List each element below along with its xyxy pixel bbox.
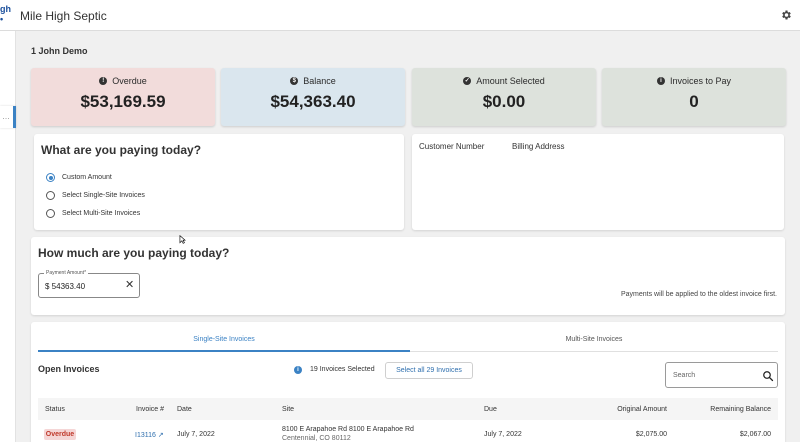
logo[interactable]: gh • <box>0 4 12 26</box>
col-status[interactable]: Status <box>45 406 65 413</box>
invoice-number[interactable]: I13116 <box>135 432 156 439</box>
payment-amount-label: Payment Amount* <box>44 270 89 276</box>
logo-text: gh <box>0 4 11 14</box>
dollar-icon: $ <box>290 77 299 85</box>
billing-address-label: Billing Address <box>512 142 565 151</box>
col-invoice[interactable]: Invoice # <box>136 406 164 413</box>
mouse-cursor-icon <box>179 235 186 244</box>
active-tab-indicator <box>38 350 410 352</box>
invoice-date: July 7, 2022 <box>177 431 215 438</box>
check-circle-icon: ✓ <box>463 77 472 85</box>
info-icon: i <box>656 77 665 85</box>
radio-single-site[interactable]: Select Single-Site Invoices <box>46 191 145 200</box>
customer-number-label: Customer Number <box>419 142 485 151</box>
payment-type-title: What are you paying today? <box>41 143 202 157</box>
clear-icon[interactable]: ✕ <box>125 280 134 291</box>
invoices-to-pay-label: Invoices to Pay <box>669 76 732 86</box>
col-site[interactable]: Site <box>282 406 294 413</box>
radio-selected-icon[interactable] <box>46 173 55 182</box>
balance-value: $54,363.40 <box>270 92 356 111</box>
payment-type-panel: What are you paying today? Custom Amount… <box>34 134 404 230</box>
gear-icon[interactable] <box>780 9 792 21</box>
alert-icon: ! <box>99 77 108 85</box>
account-name: 1 John Demo <box>31 46 88 56</box>
search-placeholder: Search <box>673 372 696 379</box>
payment-amount-field[interactable]: Payment Amount* $ 54363.40 ✕ <box>38 270 140 298</box>
invoices-to-pay-card: i Invoices to Pay 0 <box>602 68 786 126</box>
amount-selected-label: Amount Selected <box>476 76 545 86</box>
balance-label: Balance <box>303 76 336 86</box>
col-due[interactable]: Due <box>484 406 497 413</box>
select-all-button[interactable]: Select all 29 Invoices <box>385 362 473 379</box>
app-title: Mile High Septic <box>20 9 107 23</box>
radio-label: Custom Amount <box>62 174 112 181</box>
external-link-icon[interactable]: ↗ <box>158 432 164 439</box>
payment-amount-title: How much are you paying today? <box>38 246 230 260</box>
invoice-original-amount: $2,075.00 <box>635 431 667 438</box>
radio-label: Select Single-Site Invoices <box>62 192 145 199</box>
payment-note: Payments will be applied to the oldest i… <box>620 291 777 298</box>
info-icon: i <box>294 366 302 374</box>
radio-icon[interactable] <box>46 209 55 218</box>
search-icon[interactable] <box>762 370 774 382</box>
balance-card: $ Balance $54,363.40 <box>221 68 405 126</box>
open-invoices-title: Open Invoices <box>38 364 100 374</box>
overdue-card: ! Overdue $53,169.59 <box>31 68 215 126</box>
left-rail: … <box>0 31 16 442</box>
amount-selected-value: $0.00 <box>482 92 526 111</box>
col-original-amount[interactable]: Original Amount <box>617 406 667 413</box>
top-bar: gh • Mile High Septic <box>0 0 800 31</box>
radio-icon[interactable] <box>46 191 55 200</box>
overdue-label: Overdue <box>112 76 147 86</box>
radio-multi-site[interactable]: Select Multi-Site Invoices <box>46 209 140 218</box>
overdue-value: $53,169.59 <box>80 92 166 111</box>
col-date[interactable]: Date <box>177 406 192 413</box>
col-remaining-balance[interactable]: Remaining Balance <box>710 406 771 413</box>
radio-custom-amount[interactable]: Custom Amount <box>46 173 112 182</box>
amount-selected-card: ✓ Amount Selected $0.00 <box>412 68 596 126</box>
rail-toggle[interactable]: … <box>0 106 16 128</box>
invoice-site-line1: 8100 E Arapahoe Rd 8100 E Arapahoe Rd <box>282 426 414 433</box>
search-field[interactable]: Search <box>665 362 778 388</box>
invoices-selected-count: 19 Invoices Selected <box>310 366 375 373</box>
tab-multi-site[interactable]: Multi-Site Invoices <box>410 336 778 343</box>
invoice-remaining-balance: $2,067.00 <box>739 431 771 438</box>
status-badge: Overdue <box>44 429 76 440</box>
payment-amount-value[interactable]: $ 54363.40 <box>45 282 85 291</box>
customer-info-panel: Customer Number Billing Address <box>412 134 784 230</box>
radio-label: Select Multi-Site Invoices <box>62 210 141 217</box>
invoice-due: July 7, 2022 <box>484 431 522 438</box>
invoice-site-line2: Centennial, CO 80112 <box>282 435 351 442</box>
invoice-link[interactable]: I13116 ↗ <box>135 431 164 439</box>
payment-amount-panel: How much are you paying today? Payment A… <box>31 237 785 315</box>
tab-single-site[interactable]: Single-Site Invoices <box>38 336 410 343</box>
invoices-to-pay-value: 0 <box>689 92 699 111</box>
